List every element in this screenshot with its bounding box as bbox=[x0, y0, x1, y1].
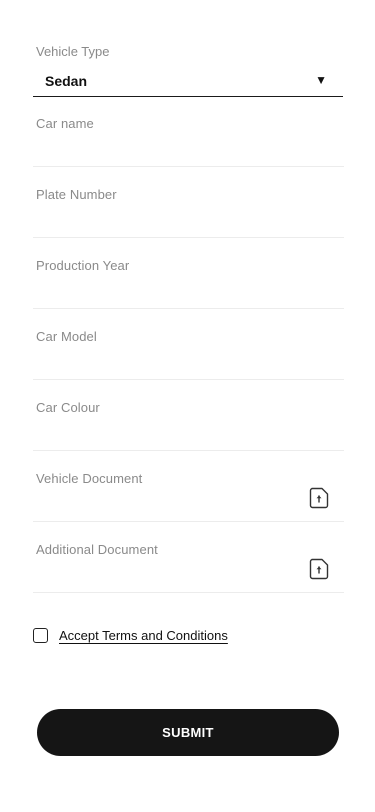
additional-document-label: Additional Document bbox=[36, 542, 158, 557]
vehicle-document-label: Vehicle Document bbox=[36, 471, 143, 486]
additional-document-field[interactable]: Additional Document bbox=[33, 542, 344, 593]
plate-number-label: Plate Number bbox=[36, 187, 117, 202]
terms-link[interactable]: Accept Terms and Conditions bbox=[59, 628, 228, 643]
car-colour-field[interactable]: Car Colour bbox=[33, 400, 344, 451]
submit-button[interactable]: SUBMIT bbox=[37, 709, 339, 756]
production-year-label: Production Year bbox=[36, 258, 130, 273]
car-name-field[interactable]: Car name bbox=[33, 116, 344, 167]
car-model-input[interactable] bbox=[33, 349, 344, 379]
car-model-label: Car Model bbox=[36, 329, 97, 344]
car-colour-label: Car Colour bbox=[36, 400, 100, 415]
production-year-field[interactable]: Production Year bbox=[33, 258, 344, 309]
vehicle-type-label: Vehicle Type bbox=[36, 44, 110, 59]
vehicle-type-select[interactable]: Vehicle Type Sedan ▼ bbox=[33, 44, 343, 97]
vehicle-type-value: Sedan bbox=[45, 73, 88, 89]
car-colour-input[interactable] bbox=[33, 420, 344, 450]
production-year-input[interactable] bbox=[33, 278, 344, 308]
plate-number-input[interactable] bbox=[33, 207, 344, 237]
upload-icon[interactable] bbox=[309, 487, 329, 509]
terms-checkbox[interactable] bbox=[33, 627, 48, 643]
caret-down-icon[interactable]: ▼ bbox=[315, 73, 327, 87]
upload-icon[interactable] bbox=[309, 558, 329, 580]
car-model-field[interactable]: Car Model bbox=[33, 329, 344, 380]
vehicle-document-field[interactable]: Vehicle Document bbox=[33, 471, 344, 522]
car-name-label: Car name bbox=[36, 116, 94, 131]
car-name-input[interactable] bbox=[33, 136, 344, 166]
terms-row: Accept Terms and Conditions bbox=[33, 626, 228, 644]
plate-number-field[interactable]: Plate Number bbox=[33, 187, 344, 238]
